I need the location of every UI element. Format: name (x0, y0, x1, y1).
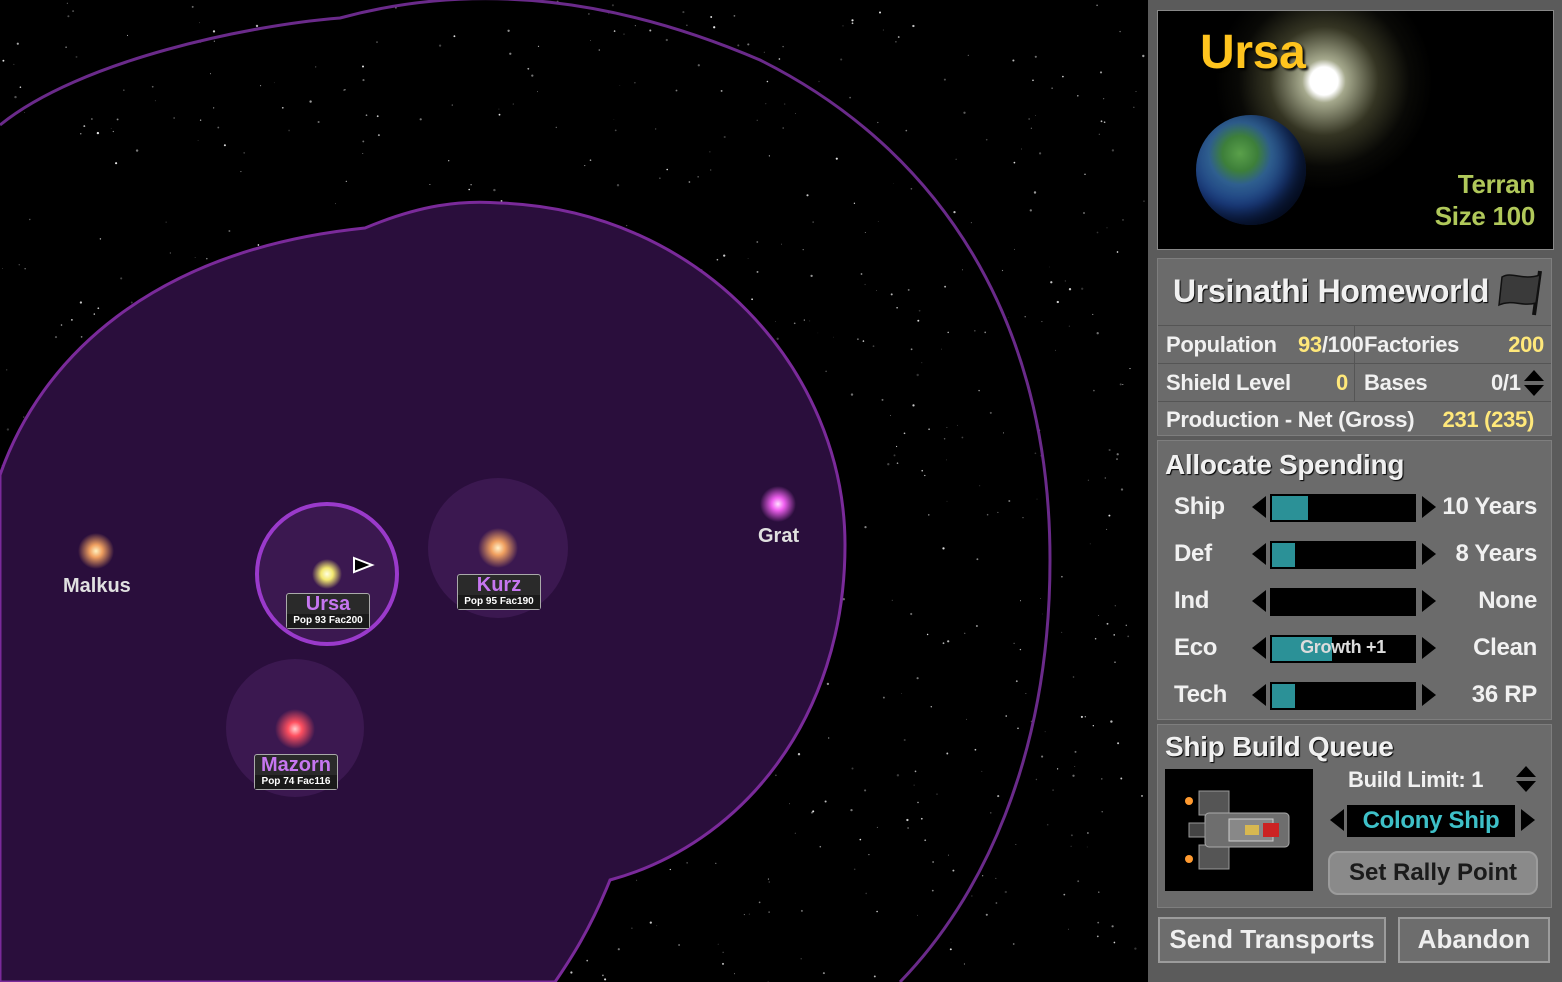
increase-ship-arrow[interactable] (1422, 496, 1436, 518)
ind-slider[interactable] (1270, 588, 1416, 616)
star-grat[interactable] (760, 486, 796, 522)
eco-slider[interactable]: Growth +1 (1270, 635, 1416, 663)
population-current: 93 (1298, 332, 1322, 357)
increase-def-arrow[interactable] (1422, 543, 1436, 565)
abandon-button[interactable]: Abandon (1398, 917, 1550, 963)
shield-value: 0 (1336, 370, 1348, 395)
slider-text: Growth +1 (1300, 637, 1386, 657)
build-limit-stepper-icon[interactable] (1515, 765, 1537, 793)
spending-row-ind: Ind None (1158, 585, 1551, 619)
spending-title: Allocate Spending (1165, 449, 1405, 480)
flag-icon[interactable] (1496, 269, 1548, 317)
spending-row-ship: Ship 10 Years (1158, 491, 1551, 525)
colony-ship-icon (1185, 790, 1290, 870)
decrease-tech-arrow[interactable] (1252, 684, 1266, 706)
queue-title: Ship Build Queue (1165, 731, 1394, 762)
send-transports-button[interactable]: Send Transports (1158, 917, 1386, 963)
spending-row-tech: Tech 36 RP (1158, 679, 1551, 713)
stat-row-3: Production - Net (Gross) 231 (235) (1158, 401, 1551, 438)
star-ursa[interactable] (312, 559, 342, 589)
bases-stepper-icon[interactable] (1523, 369, 1545, 397)
production-label: Production - Net (Gross) (1166, 407, 1415, 432)
spending-label: Ship (1174, 493, 1225, 520)
spending-value: None (1478, 587, 1537, 614)
shield-label: Shield Level (1166, 370, 1291, 395)
star-malkus[interactable] (78, 533, 114, 569)
spending-row-eco: Eco Growth +1 Clean (1158, 632, 1551, 666)
planet-view: Ursa Terran Size 100 (1157, 10, 1554, 250)
decrease-ship-arrow[interactable] (1252, 496, 1266, 518)
set-rally-point-button[interactable]: Set Rally Point (1328, 851, 1538, 895)
stat-row-1: Population 93/100 Factories 200 (1158, 325, 1551, 364)
ship-next-arrow[interactable] (1521, 809, 1535, 831)
factories-label: Factories (1364, 332, 1460, 357)
production-value: 231 (235) (1442, 407, 1535, 432)
slider-fill (1272, 543, 1295, 567)
def-slider[interactable] (1270, 541, 1416, 569)
decrease-eco-arrow[interactable] (1252, 637, 1266, 659)
ship-image[interactable] (1165, 769, 1313, 891)
spending-row-def: Def 8 Years (1158, 538, 1551, 572)
colony-panel: Ursa Terran Size 100 Ursinathi Homeworld… (1148, 0, 1562, 982)
decrease-ind-arrow[interactable] (1252, 590, 1266, 612)
colony-name: Mazorn (261, 754, 331, 776)
population-label: Population (1166, 332, 1277, 357)
tech-slider[interactable] (1270, 682, 1416, 710)
population-value: 93/100 (1298, 332, 1364, 358)
spending-label: Eco (1174, 634, 1218, 661)
star-mazorn[interactable] (275, 709, 315, 749)
colony-tag-mazorn[interactable]: Mazorn Pop 74 Fac116 (254, 754, 338, 790)
slider-fill (1272, 496, 1308, 520)
star-label-malkus: Malkus (63, 575, 131, 597)
colony-name: Ursa (305, 593, 351, 615)
population-max: /100 (1321, 332, 1364, 357)
planet-size: Size 100 (1434, 201, 1536, 231)
colony-info: Ursinathi Homeworld Population 93/100 Fa… (1157, 258, 1552, 436)
colony-stats: Pop 93 Fac200 (287, 614, 369, 628)
spending-value: 36 RP (1471, 681, 1538, 708)
factories-value: 200 (1508, 332, 1544, 357)
ship-slider[interactable] (1270, 494, 1416, 522)
build-limit: Build Limit: 1 (1348, 767, 1484, 792)
increase-ind-arrow[interactable] (1422, 590, 1436, 612)
increase-eco-arrow[interactable] (1422, 637, 1436, 659)
planet-type: Terran (1457, 169, 1536, 199)
spending-value: 8 Years (1455, 540, 1537, 567)
planet-name: Ursa (1200, 26, 1306, 79)
planet-globe-icon (1196, 115, 1306, 225)
star-kurz[interactable] (478, 528, 518, 568)
colony-tag-kurz[interactable]: Kurz Pop 95 Fac190 (457, 574, 541, 610)
ship-design-name: Colony Ship (1362, 807, 1500, 834)
bases-value: 0/1 (1491, 370, 1521, 395)
ship-design-selector[interactable]: Colony Ship (1347, 805, 1515, 837)
star-label-grat: Grat (758, 525, 800, 547)
colony-title: Ursinathi Homeworld (1173, 273, 1490, 309)
colony-tag-ursa[interactable]: Ursa Pop 93 Fac200 (286, 593, 370, 629)
colony-name: Kurz (476, 574, 522, 596)
stat-row-2: Shield Level 0 Bases 0/1 (1158, 363, 1551, 402)
slider-fill (1272, 684, 1295, 708)
spending-panel: Allocate Spending Ship 10 Years Def 8 Years… (1157, 440, 1552, 720)
spending-label: Ind (1174, 587, 1210, 614)
colony-stats: Pop 74 Fac116 (255, 775, 337, 789)
spending-value: 10 Years (1442, 493, 1537, 520)
build-queue-panel: Ship Build Queue Build Limit: 1 Colony S… (1157, 724, 1552, 908)
spending-label: Def (1174, 540, 1212, 567)
increase-tech-arrow[interactable] (1422, 684, 1436, 706)
spending-label: Tech (1174, 681, 1228, 708)
spending-value: Clean (1473, 634, 1537, 661)
decrease-def-arrow[interactable] (1252, 543, 1266, 565)
colony-stats: Pop 95 Fac190 (458, 595, 540, 609)
bases-label: Bases (1364, 370, 1428, 395)
galaxy-map[interactable] (0, 0, 1148, 982)
ship-prev-arrow[interactable] (1330, 809, 1344, 831)
